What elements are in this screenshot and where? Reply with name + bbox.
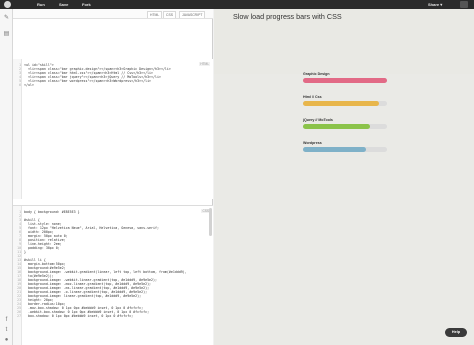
editor-panels: HTML CSS JAVASCRIPT 123456 <ul id="skill…	[13, 9, 213, 345]
skill-bar-item: Wordpress	[303, 141, 393, 161]
skill-bar-track	[303, 78, 387, 83]
line-number: 27	[17, 314, 21, 318]
skill-bar-fill	[303, 147, 366, 152]
code-line: box-shadow: 0 1px 0px #bebbb9 inset, 0 1…	[24, 314, 134, 318]
skill-bar-label: jQuery // MoTools	[303, 118, 333, 122]
share-button[interactable]: Share ▾	[428, 1, 442, 8]
code-line: </ul>	[24, 83, 34, 87]
skill-bar-fill	[303, 124, 371, 129]
top-bar: Run Save Fork Share ▾	[0, 0, 474, 9]
line-numbers: 1 2 3 4 5 6 7 8 9 10 11 12 13 14 15 16 17 18 19 20 21 22 23 24 2…	[14, 210, 21, 318]
tab-javascript[interactable]: JAVASCRIPT	[179, 11, 206, 18]
avatar[interactable]	[460, 1, 468, 8]
skill-bar-fill	[303, 101, 379, 106]
skill-bar-track	[303, 101, 387, 106]
css-code[interactable]: body { background: #E8E5E3 } #skill { li…	[24, 210, 201, 318]
pane-label-html: HTML	[199, 62, 210, 66]
skill-bar-fill	[303, 78, 387, 83]
skill-bar-item: Graphic Design	[303, 72, 393, 92]
save-button[interactable]: Save	[59, 1, 68, 8]
skill-bar-label: Graphic Design	[303, 72, 330, 76]
help-button[interactable]: Help	[445, 328, 467, 337]
result-preview: Slow load progress bars with CSS Graphic…	[214, 9, 474, 345]
jsfiddle-logo-icon[interactable]	[4, 1, 11, 8]
twitter-icon[interactable]: t	[3, 327, 10, 334]
facebook-icon[interactable]: f	[3, 317, 10, 324]
run-button[interactable]: Run	[37, 1, 45, 8]
skill-bar-track	[303, 147, 387, 152]
css-scrollbar[interactable]	[209, 208, 212, 236]
line-number: 6	[19, 83, 21, 87]
css-editor[interactable]: 1 2 3 4 5 6 7 8 9 10 11 12 13 14 15 16 17 18 19 20 21 22 23 24 2…	[13, 205, 213, 345]
page-title: Slow load progress bars with CSS	[233, 12, 342, 21]
html-editor[interactable]: 123456 <ul id="skill"> <li><span class="…	[13, 59, 213, 199]
left-sidebar: ✎ ▤ f t ●	[0, 9, 13, 345]
fork-button[interactable]: Fork	[82, 1, 91, 8]
skill-bar-label: Html // Css	[303, 95, 322, 99]
github-icon[interactable]: ●	[3, 337, 10, 344]
tab-css[interactable]: CSS	[163, 11, 176, 18]
tab-html[interactable]: HTML	[147, 11, 163, 18]
document-icon[interactable]: ▤	[3, 31, 10, 38]
line-numbers: 123456	[14, 63, 21, 87]
skill-bar-item: Html // Css	[303, 95, 393, 115]
editor-tabs: HTML CSS JAVASCRIPT	[13, 9, 213, 19]
skill-bar-item: jQuery // MoTools	[303, 118, 393, 138]
skill-bar-track	[303, 124, 387, 129]
skill-bar-label: Wordpress	[303, 141, 322, 145]
wrench-icon[interactable]: ✎	[3, 15, 10, 22]
html-code[interactable]: <ul id="skill"> <li><span class="bar gra…	[24, 63, 201, 87]
